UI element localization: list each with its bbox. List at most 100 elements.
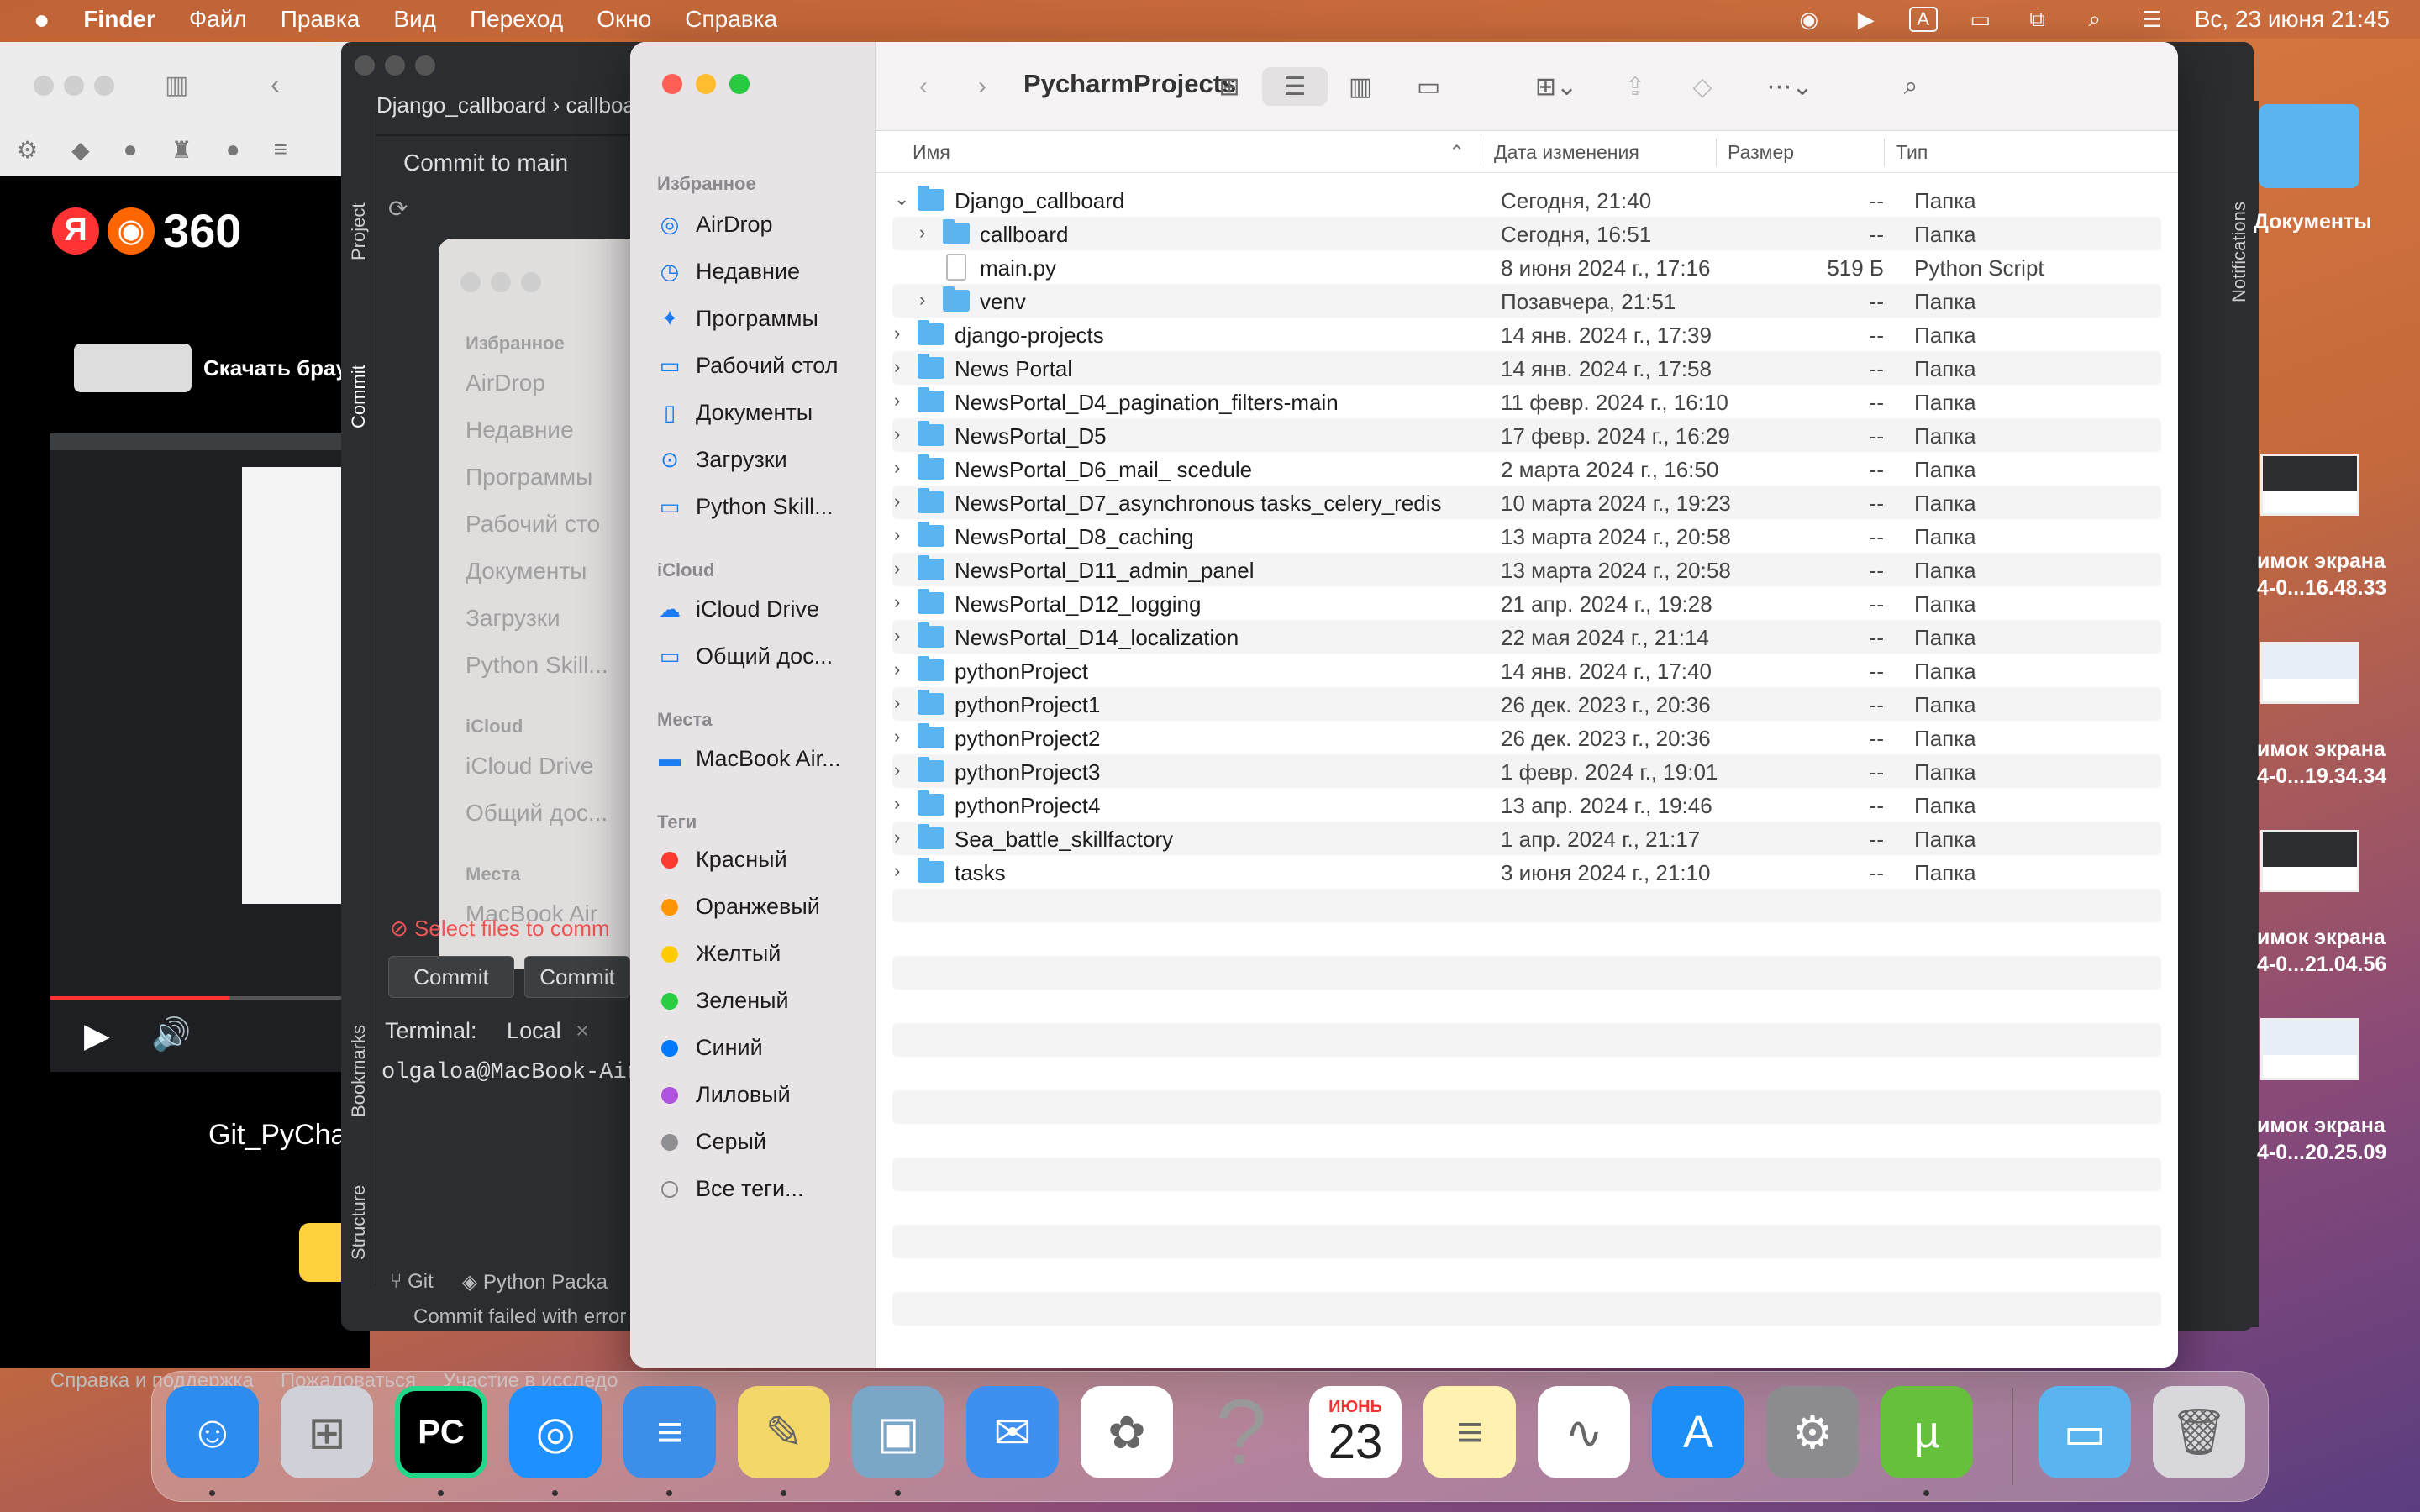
sidebar-item-документы[interactable]: ▯ Документы [657,400,813,426]
python-icon[interactable]: ◆ [71,136,90,164]
menu-window[interactable]: Окно [597,6,651,33]
sidebar-tag-5[interactable]: Лиловый [657,1082,791,1108]
back-icon[interactable]: ‹ [271,69,280,100]
sidebar-tag-4[interactable]: Синий [657,1035,763,1061]
disclosure-collapsed-icon[interactable]: › [894,860,900,882]
sidebar-tag-3[interactable]: Зеленый [657,988,789,1014]
dock-freeform-icon[interactable]: ∿ [1538,1386,1630,1478]
file-row[interactable]: › django-projects 14 янв. 2024 г., 17:39 --… [892,318,2161,351]
dock-pages-icon[interactable]: ≡ [623,1386,716,1478]
disclosure-collapsed-icon[interactable]: › [894,356,900,378]
menu-go[interactable]: Переход [470,6,563,33]
disclosure-collapsed-icon[interactable]: › [919,289,925,311]
menu-edit[interactable]: Правка [281,6,360,33]
minimize-button[interactable] [385,55,405,76]
disclosure-collapsed-icon[interactable]: › [894,591,900,613]
sidebar-all-tags[interactable]: Все теги... [657,1176,804,1202]
screenshot-thumbnail[interactable] [2260,454,2360,516]
screenshot-thumbnail[interactable] [2260,642,2360,704]
close-tab-icon[interactable]: × [576,1018,589,1043]
dock-trash-icon[interactable]: 🗑 [2153,1386,2245,1478]
video-player[interactable] [50,433,370,1072]
tool-bookmarks[interactable]: Bookmarks [348,1025,370,1117]
icon-view-icon[interactable]: ⊞ [1208,67,1250,106]
minimize-button[interactable] [64,76,84,96]
back-icon[interactable]: ‹ [909,67,938,106]
zoom-button[interactable] [94,76,114,96]
volume-icon[interactable]: 🔊 [151,1016,191,1053]
dock-downloads-folder-icon[interactable]: ▭ [2039,1386,2131,1478]
file-row[interactable]: › pythonProject 14 янв. 2024 г., 17:40 -- Па… [892,654,2161,687]
file-row[interactable]: › callboard Сегодня, 16:51 -- Папка [892,217,2161,250]
terminal-tab-local[interactable]: Local [507,1018,561,1043]
battery-icon[interactable]: ▭ [1966,7,1995,32]
dock-safari-icon[interactable]: ◎ [509,1386,602,1478]
spy-icon[interactable]: ♜ [171,136,192,164]
column-divider[interactable] [1884,138,1885,166]
screenshot-thumbnail[interactable] [2260,1018,2360,1080]
file-row[interactable]: › pythonProject1 26 дек. 2023 г., 20:36 -- П… [892,687,2161,721]
screenshot-thumbnail[interactable] [2260,830,2360,892]
tool-project[interactable]: Project [348,203,370,260]
sidebar-tag-6[interactable]: Серый [657,1129,766,1155]
input-source-icon[interactable]: A [1908,7,1938,32]
sidebar-tag-2[interactable]: Желтый [657,941,781,967]
sort-ascending-icon[interactable]: ⌃ [1449,141,1465,164]
file-row[interactable]: › News Portal 14 янв. 2024 г., 17:58 -- Папк… [892,351,2161,385]
tab-python-packages[interactable]: ◈ Python Packa [462,1270,608,1294]
file-row[interactable]: › pythonProject4 13 апр. 2024 г., 19:46 -- П… [892,788,2161,822]
tab-git[interactable]: ⑂ Git [390,1270,434,1294]
disclosure-collapsed-icon[interactable]: › [894,323,900,344]
menu-help[interactable]: Справка [685,6,777,33]
dock-utorrent-icon[interactable]: µ [1881,1386,1973,1478]
commit-and-push-button[interactable]: Commit [524,956,630,998]
desktop-folder-label[interactable]: Документы [2254,210,2372,234]
disclosure-collapsed-icon[interactable]: › [894,524,900,546]
sidebar-item-программы[interactable]: ✦ Программы [657,306,818,332]
list-view-icon[interactable]: ☰ [1262,67,1328,106]
sidebar-item-загрузки[interactable]: ⊙ Загрузки [657,447,787,473]
search-icon[interactable]: ⌕ [2081,6,2109,32]
sidebar-tag-1[interactable]: Оранжевый [657,894,820,920]
apple-menu-icon[interactable]: ● [34,4,50,35]
dock-preview-icon[interactable]: ▣ [852,1386,944,1478]
zoom-button[interactable] [729,74,750,94]
yandex-360-logo[interactable]: Я ◉ 360 [52,203,241,258]
menu-finder[interactable]: Finder [83,6,155,33]
dock-calendar-icon[interactable]: ИЮНЬ 23 [1309,1386,1402,1478]
dock-finder-icon[interactable]: ☺ [166,1386,259,1478]
disclosure-collapsed-icon[interactable]: › [894,793,900,815]
more-actions-icon[interactable]: ⋯⌄ [1756,67,1823,106]
dock-help-icon[interactable]: ? [1195,1381,1287,1484]
dock-notes-icon[interactable]: ≡ [1423,1386,1516,1478]
file-row[interactable]: › NewsPortal_D6_mail_ scedule 2 марта 2024… [892,452,2161,486]
file-row[interactable]: › NewsPortal_D4_pagination_filters-main 11… [892,385,2161,418]
column-header-date[interactable]: Дата изменения [1494,141,1639,164]
notifications-tab[interactable]: Notifications [2228,202,2250,302]
screenshot-label[interactable]: 4-0...16.48.33 [2257,576,2386,601]
play-status-icon[interactable]: ▶ [1852,7,1881,32]
menu-file[interactable]: Файл [189,6,247,33]
close-button[interactable] [34,76,54,96]
sidebar-tag-0[interactable]: Красный [657,847,787,873]
extension-icon[interactable]: ⚙ [17,136,38,164]
documents-folder-icon[interactable] [2259,104,2360,188]
file-row[interactable]: › NewsPortal_D7_asynchronous tasks_celery… [892,486,2161,519]
sidebar-item-macbook-air-[interactable]: ▬ MacBook Air... [657,746,841,772]
screenshot-label[interactable]: имок экрана [2257,738,2386,762]
dock-mail-icon[interactable]: ✉ [966,1386,1059,1478]
close-button[interactable] [355,55,375,76]
disclosure-collapsed-icon[interactable]: › [894,390,900,412]
disclosure-collapsed-icon[interactable]: › [894,726,900,748]
search-icon[interactable]: ⌕ [1894,67,1928,106]
screenshot-label[interactable]: имок экрана [2257,926,2386,950]
dock-app-store-icon[interactable]: A [1652,1386,1744,1478]
disclosure-collapsed-icon[interactable]: › [894,827,900,848]
zoom-button[interactable] [415,55,435,76]
screenshot-label[interactable]: имок экрана [2257,549,2386,574]
file-row[interactable]: › pythonProject2 26 дек. 2023 г., 20:36 -- П… [892,721,2161,754]
screenshot-label[interactable]: имок экрана [2257,1114,2386,1138]
sidebar-item-icloud-drive[interactable]: ☁ iCloud Drive [657,596,819,622]
sidebar-item-общий-доc-[interactable]: ▭ Общий доc... [657,643,833,669]
column-header-size[interactable]: Размер [1728,141,1794,164]
